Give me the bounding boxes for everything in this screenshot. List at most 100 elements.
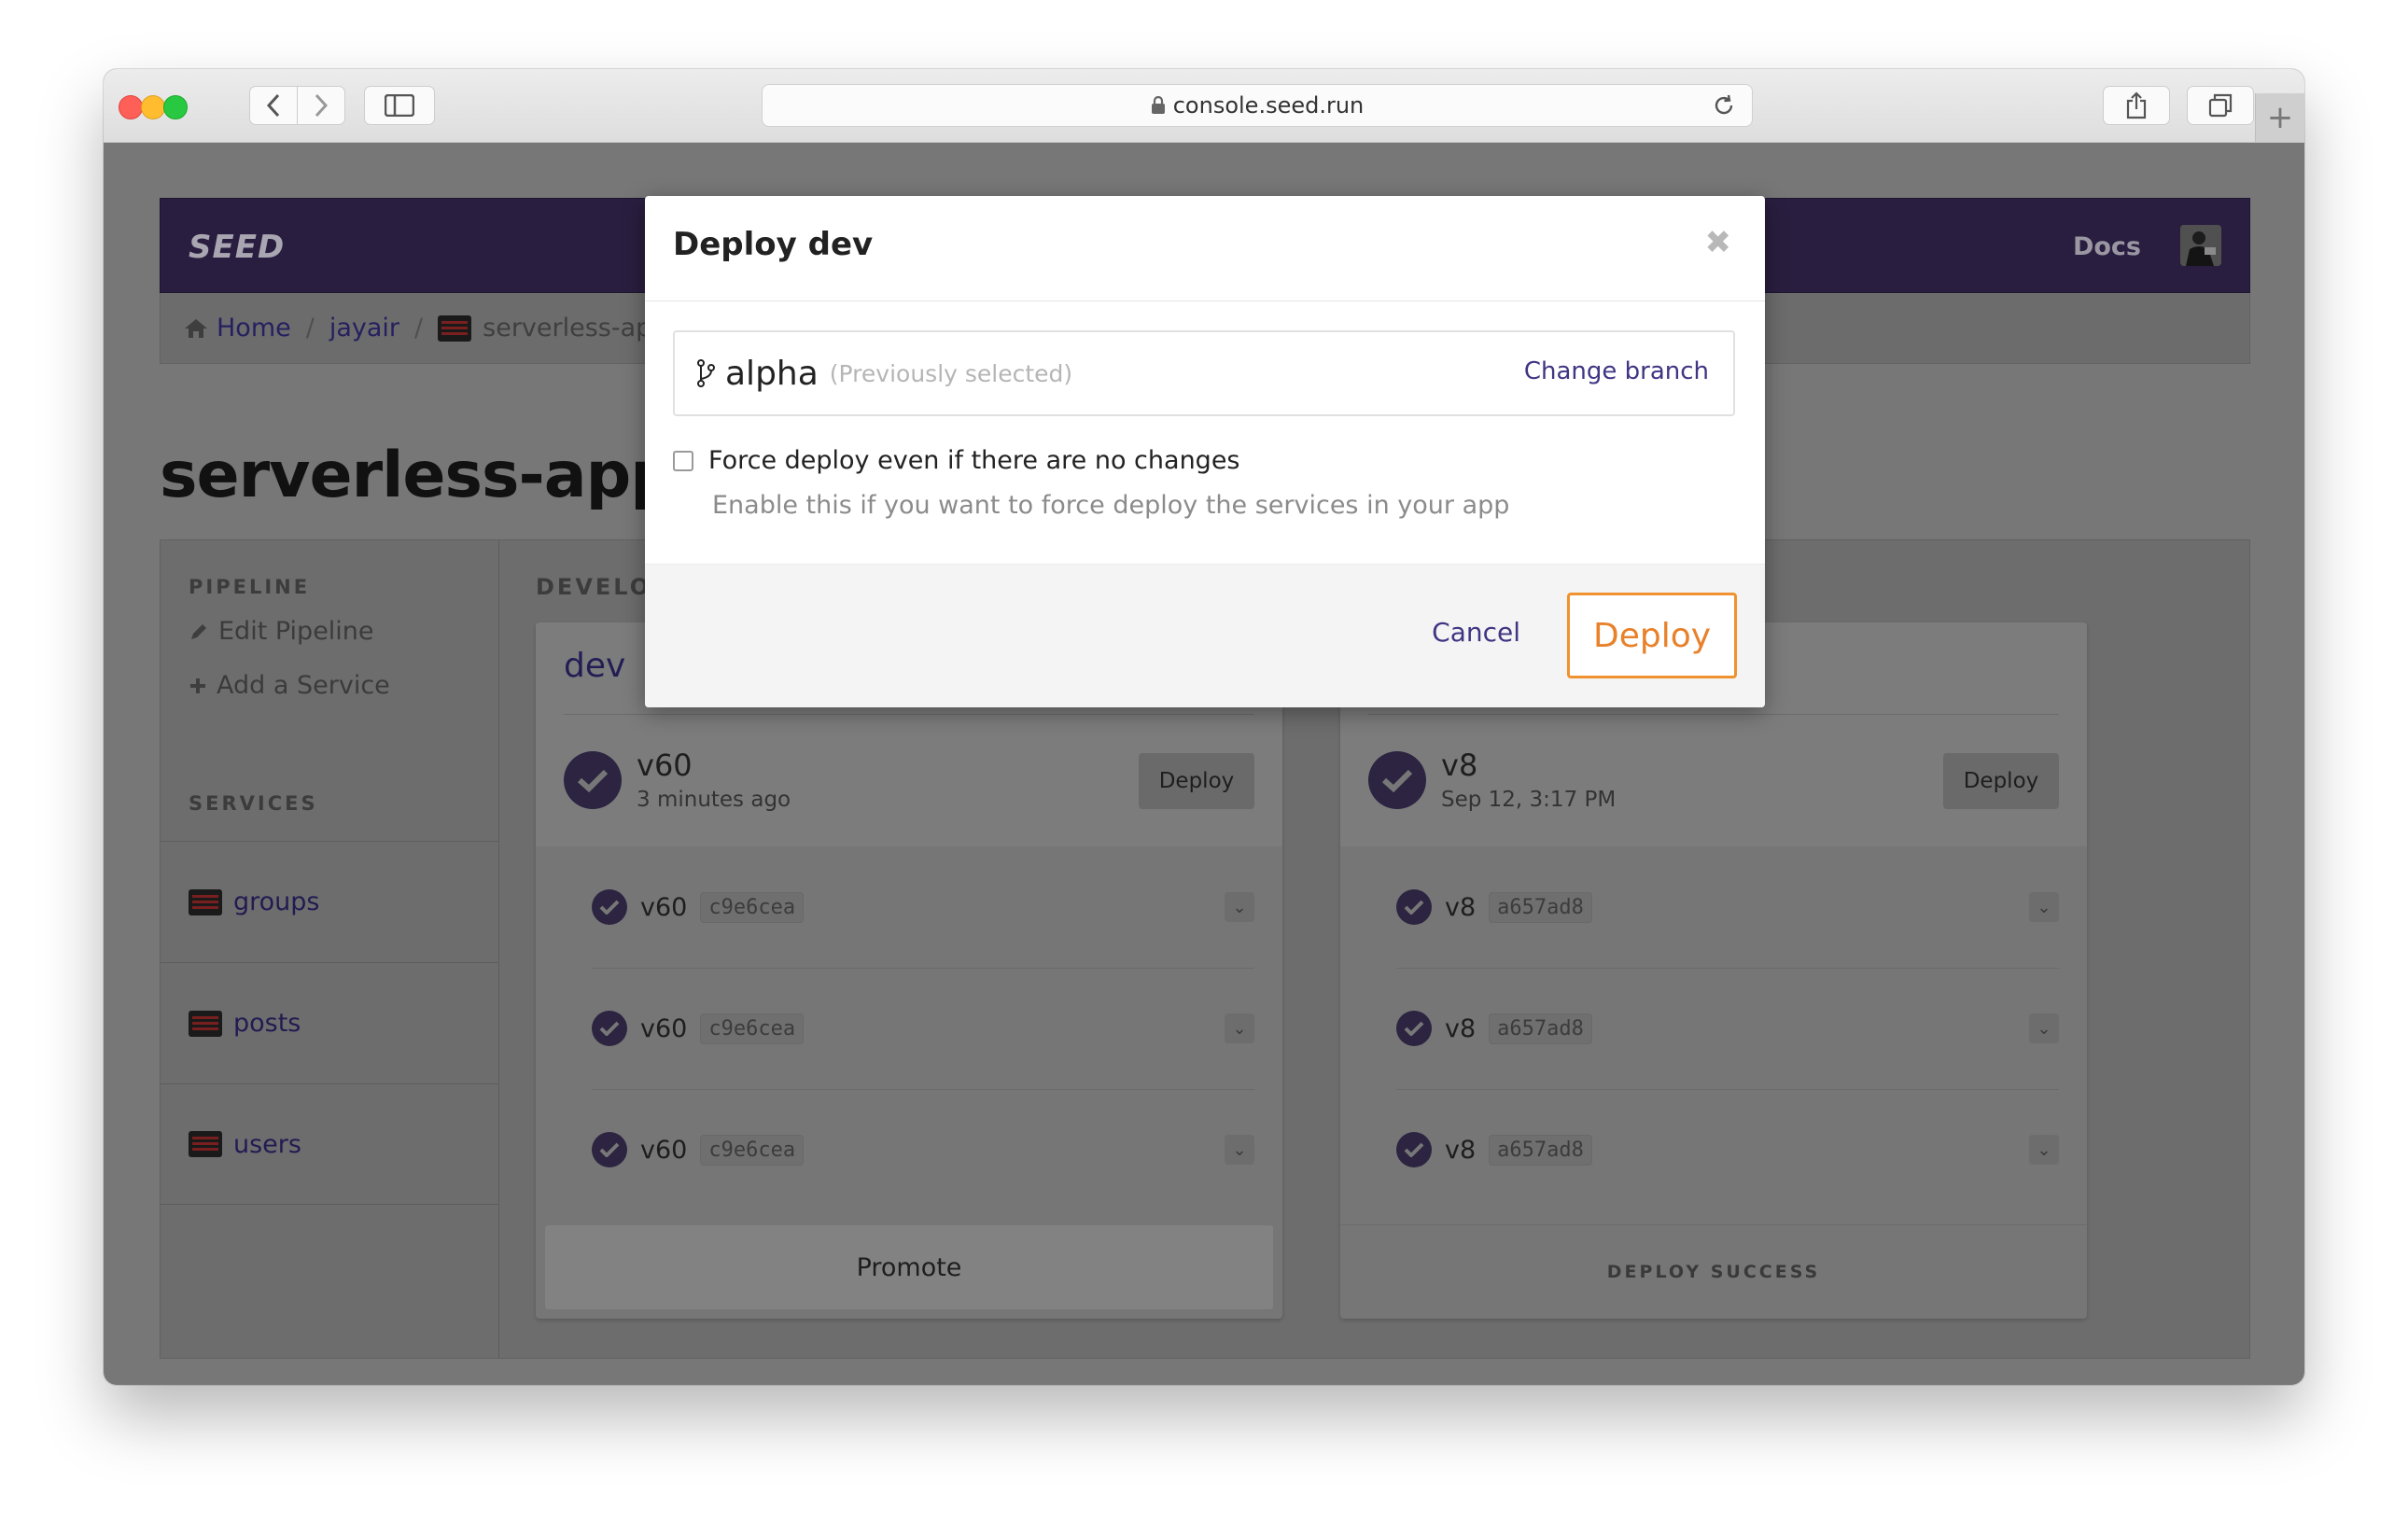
deploy-status: DEPLOY SUCCESS (1340, 1224, 2087, 1319)
check-circle-icon (1396, 1011, 1432, 1046)
chevron-down-icon[interactable]: ⌄ (1225, 1135, 1254, 1165)
modal-header: Deploy dev ✖ (645, 196, 1765, 301)
seed-logo[interactable]: SEED (189, 229, 285, 266)
plus-icon (190, 678, 205, 693)
app-icon (438, 314, 472, 342)
build-version[interactable]: v60 (637, 748, 693, 783)
minimize-window-button[interactable] (141, 95, 165, 119)
page-title: serverless-app (160, 439, 676, 512)
git-branch-icon (697, 359, 715, 387)
home-icon (185, 318, 207, 338)
zoom-window-button[interactable] (163, 95, 188, 119)
deploy-modal: Deploy dev ✖ alpha (Previously selected)… (645, 196, 1765, 707)
service-build-row: v8 a657ad8 ⌄ (1396, 846, 2059, 969)
commit-sha[interactable]: a657ad8 (1489, 1134, 1592, 1166)
stage-name[interactable]: dev (564, 647, 625, 685)
add-service-label: Add a Service (217, 671, 390, 700)
close-window-button[interactable] (119, 95, 143, 119)
edit-pipeline-link[interactable]: Edit Pipeline (189, 617, 374, 646)
sidebar-item-groups[interactable]: groups (161, 841, 498, 962)
back-button[interactable] (249, 86, 298, 125)
browser-toolbar: console.seed.run + (104, 69, 2304, 143)
browser-window: console.seed.run + SEED Docs Home / jaya… (104, 69, 2304, 1385)
commit-sha[interactable]: c9e6cea (700, 891, 805, 923)
sidebar-icon (385, 94, 414, 117)
service-icon (189, 1131, 222, 1157)
breadcrumb-org[interactable]: jayair (329, 314, 399, 342)
docs-link[interactable]: Docs (2073, 232, 2141, 261)
forward-button[interactable] (297, 86, 345, 125)
chevron-down-icon[interactable]: ⌄ (2029, 1135, 2059, 1165)
chevron-down-icon[interactable]: ⌄ (1225, 892, 1254, 922)
reload-icon[interactable] (1711, 92, 1737, 119)
promote-button[interactable]: Promote (545, 1225, 1273, 1309)
row-version[interactable]: v8 (1445, 893, 1476, 922)
build-time: Sep 12, 3:17 PM (1441, 788, 1617, 812)
chevron-down-icon[interactable]: ⌄ (2029, 892, 2059, 922)
commit-sha[interactable]: c9e6cea (700, 1134, 805, 1166)
stage-card-dev: dev v60 3 minutes ago Deploy v60 c9e6cea… (536, 622, 1282, 1319)
stage-card-prod: v8 Sep 12, 3:17 PM Deploy v8 a657ad8 ⌄ v… (1340, 622, 2087, 1319)
row-version[interactable]: v60 (640, 893, 687, 922)
force-deploy-option: Force deploy even if there are no change… (673, 446, 1240, 475)
share-icon (2126, 91, 2147, 119)
service-build-row: v8 a657ad8 ⌄ (1396, 968, 2059, 1090)
deploy-button[interactable]: Deploy (1139, 753, 1254, 809)
row-version[interactable]: v8 (1445, 1136, 1476, 1165)
sidebar-item-users[interactable]: users (161, 1083, 498, 1205)
service-build-row: v8 a657ad8 ⌄ (1396, 1089, 2059, 1210)
row-version[interactable]: v8 (1445, 1014, 1476, 1043)
sidebar-toggle-button[interactable] (364, 86, 435, 125)
breadcrumb-separator: / (414, 314, 424, 342)
check-circle-icon (592, 1011, 627, 1046)
branch-selector: alpha (Previously selected) Change branc… (673, 330, 1735, 416)
chevron-right-icon (315, 93, 329, 118)
share-button[interactable] (2103, 86, 2170, 125)
commit-sha[interactable]: c9e6cea (700, 1013, 805, 1044)
add-service-link[interactable]: Add a Service (189, 671, 390, 700)
branch-note: (Previously selected) (829, 359, 1073, 387)
service-label: groups (233, 887, 320, 916)
force-deploy-label[interactable]: Force deploy even if there are no change… (708, 446, 1240, 475)
tab-overview-button[interactable] (2187, 86, 2254, 125)
service-icon (189, 888, 222, 915)
avatar[interactable] (2180, 225, 2221, 266)
force-deploy-checkbox[interactable] (673, 450, 693, 471)
change-branch-link[interactable]: Change branch (1524, 357, 1709, 385)
sidebar-item-posts[interactable]: posts (161, 962, 498, 1083)
pipeline-header: PIPELINE (189, 576, 311, 598)
deploy-button[interactable]: Deploy (1943, 753, 2059, 809)
plus-icon: + (2266, 99, 2294, 136)
divider (1368, 714, 2059, 715)
modal-footer: Cancel Deploy (645, 564, 1765, 707)
row-version[interactable]: v60 (640, 1136, 687, 1165)
chevron-down-icon[interactable]: ⌄ (1225, 1013, 1254, 1043)
commit-sha[interactable]: a657ad8 (1489, 1013, 1592, 1044)
branch-name: alpha (725, 354, 819, 393)
cancel-button[interactable]: Cancel (1432, 617, 1520, 648)
service-build-row: v60 c9e6cea ⌄ (592, 968, 1254, 1090)
breadcrumb-home[interactable]: Home (217, 314, 291, 342)
service-build-row: v60 c9e6cea ⌄ (592, 846, 1254, 969)
close-icon[interactable]: ✖ (1705, 224, 1732, 261)
service-icon (189, 1010, 222, 1037)
modal-title: Deploy dev (673, 226, 874, 263)
check-circle-icon (1396, 1132, 1432, 1167)
check-circle-icon (592, 889, 627, 925)
breadcrumb-separator: / (305, 314, 315, 342)
service-label: posts (233, 1009, 301, 1038)
address-bar[interactable]: console.seed.run (762, 84, 1753, 127)
row-version[interactable]: v60 (640, 1014, 687, 1043)
edit-pipeline-label: Edit Pipeline (218, 617, 374, 646)
chevron-down-icon[interactable]: ⌄ (2029, 1013, 2059, 1043)
force-deploy-help: Enable this if you want to force deploy … (712, 491, 1510, 520)
confirm-deploy-button[interactable]: Deploy (1567, 593, 1737, 678)
commit-sha[interactable]: a657ad8 (1489, 891, 1592, 923)
check-circle-icon (1368, 751, 1426, 809)
new-tab-button[interactable]: + (2255, 93, 2304, 142)
lock-icon (1151, 96, 1165, 114)
check-circle-icon (564, 751, 622, 809)
check-circle-icon (592, 1132, 627, 1167)
build-time: 3 minutes ago (637, 788, 791, 812)
build-version[interactable]: v8 (1441, 748, 1477, 783)
